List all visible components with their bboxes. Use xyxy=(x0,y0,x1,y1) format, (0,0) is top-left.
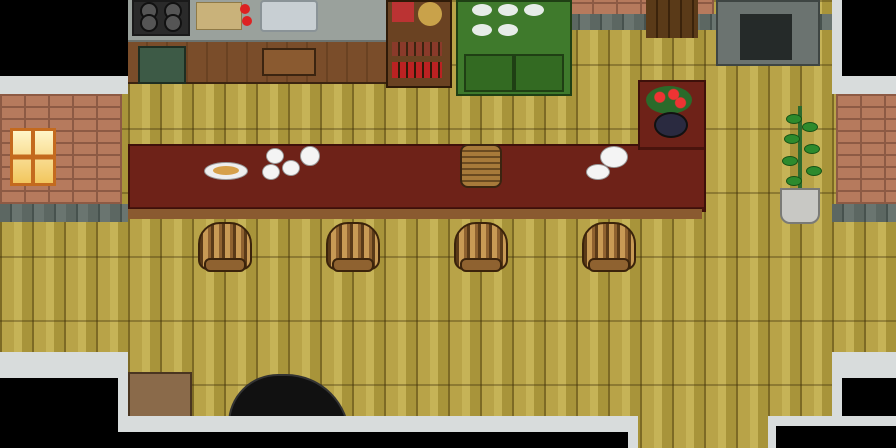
sack-icon xyxy=(418,2,442,26)
back-door-icon[interactable] xyxy=(646,0,698,38)
game-scene xyxy=(0,0,896,448)
stove-icon[interactable] xyxy=(132,0,190,36)
plant-pot-icon xyxy=(780,188,820,224)
void-top-left xyxy=(0,0,128,76)
teapot-icon[interactable] xyxy=(300,146,320,166)
wall-ledge-right-lower-side xyxy=(832,360,842,426)
hutch-door-icon[interactable] xyxy=(464,54,514,92)
bread-icon xyxy=(213,166,239,175)
leaf-icon xyxy=(804,144,820,154)
plate-icon xyxy=(524,4,544,16)
bar-stool-icon[interactable] xyxy=(198,222,252,272)
wall-ledge-bottom xyxy=(118,416,636,432)
leaf-icon xyxy=(786,176,802,186)
flowers-icon xyxy=(646,86,692,114)
bar-stool-icon[interactable] xyxy=(326,222,380,272)
green-hutch-icon[interactable] xyxy=(456,0,572,96)
burner-icon xyxy=(140,14,158,32)
wine-bottles-icon xyxy=(392,62,442,78)
plate-icon xyxy=(498,4,518,16)
tomato-icon xyxy=(242,16,252,26)
teacup-icon xyxy=(262,164,280,180)
cutting-board-icon[interactable] xyxy=(196,2,242,30)
vase-icon xyxy=(654,112,688,138)
burner-icon xyxy=(164,14,182,32)
fireplace-icon[interactable] xyxy=(716,0,820,66)
wall-ledge-bottom-left xyxy=(0,352,128,378)
void-top-right xyxy=(840,0,896,76)
bar-table-edge xyxy=(128,208,702,219)
leaf-icon xyxy=(784,134,800,144)
bottles-icon xyxy=(392,42,442,56)
void-bottom-left xyxy=(0,378,120,448)
door-mat-icon[interactable] xyxy=(128,372,192,422)
plate-icon xyxy=(472,4,492,16)
wall-base-left xyxy=(0,204,128,222)
leaf-icon xyxy=(802,122,818,132)
leaf-icon xyxy=(782,156,798,166)
void-right-lower xyxy=(842,378,896,416)
flower-vase-icon[interactable] xyxy=(646,86,692,138)
wall-ledge-bottom-mid-side xyxy=(628,416,638,448)
void-bottom xyxy=(118,432,636,448)
wall-base-right xyxy=(832,204,896,222)
kitchen-shelf-icon[interactable] xyxy=(386,0,452,88)
teacup-icon[interactable] xyxy=(586,164,610,180)
plate-of-bread-icon[interactable] xyxy=(204,162,248,180)
sink-icon[interactable] xyxy=(260,0,318,32)
hutch-door-icon[interactable] xyxy=(514,54,564,92)
teacup-icon xyxy=(266,148,284,164)
cabinet-door-icon[interactable] xyxy=(138,46,186,84)
wall-ledge-right-top xyxy=(832,76,896,94)
wall-ledge-left xyxy=(0,76,128,94)
basket-icon[interactable] xyxy=(460,144,502,188)
void-bottom-right xyxy=(776,426,896,448)
leaf-icon xyxy=(806,166,822,176)
bar-stool-icon[interactable] xyxy=(454,222,508,272)
jar-icon xyxy=(392,2,414,22)
brick-wall-right xyxy=(836,94,896,204)
window-icon[interactable] xyxy=(10,128,56,186)
teacups-icon[interactable] xyxy=(262,146,304,182)
bar-stool-icon[interactable] xyxy=(582,222,636,272)
bowl-icon xyxy=(498,24,518,36)
leaf-icon xyxy=(786,114,802,124)
drawer-icon[interactable] xyxy=(262,48,316,76)
potted-plant-icon[interactable] xyxy=(772,106,828,224)
fireplace-opening xyxy=(740,14,792,60)
teacup-icon xyxy=(282,160,300,176)
bowl-icon xyxy=(472,24,492,36)
tomato-icon xyxy=(240,4,250,14)
